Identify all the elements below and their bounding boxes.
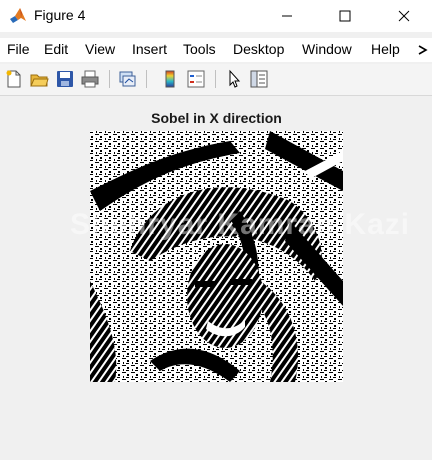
close-icon — [398, 10, 410, 22]
insert-colorbar-icon[interactable] — [160, 69, 180, 89]
maximize-icon — [339, 10, 351, 22]
minimize-icon — [282, 15, 292, 17]
menu-file[interactable]: File — [7, 41, 30, 57]
open-property-inspector-icon[interactable] — [249, 69, 269, 89]
maximize-button[interactable] — [322, 0, 368, 32]
toolbar-separator — [109, 70, 110, 88]
menu-view[interactable]: View — [85, 41, 115, 57]
window-title: Figure 4 — [34, 7, 86, 23]
link-plot-icon[interactable] — [117, 69, 137, 89]
window-titlebar: Figure 4 — [0, 0, 432, 32]
minimize-button[interactable] — [264, 0, 310, 32]
menu-bar: File Edit View Insert Tools Desktop Wind… — [0, 38, 432, 62]
new-figure-icon[interactable] — [4, 69, 24, 89]
menu-window[interactable]: Window — [302, 41, 352, 57]
watermark-text: Shehryar Kamran Kazi — [70, 208, 411, 241]
axes-title: Sobel in X direction — [151, 110, 282, 126]
print-icon[interactable] — [80, 69, 100, 89]
sobel-edge-image[interactable] — [90, 131, 343, 382]
open-file-icon[interactable] — [29, 69, 49, 89]
menu-edit[interactable]: Edit — [44, 41, 68, 57]
insert-legend-icon[interactable] — [186, 69, 206, 89]
menu-insert[interactable]: Insert — [132, 41, 167, 57]
save-icon[interactable] — [55, 69, 75, 89]
menu-help[interactable]: Help — [371, 41, 400, 57]
toolbar-separator — [215, 70, 216, 88]
close-button[interactable] — [381, 0, 427, 32]
edit-plot-arrow-icon[interactable] — [224, 69, 244, 89]
menu-desktop[interactable]: Desktop — [233, 41, 284, 57]
figure-toolbar — [0, 64, 432, 96]
matlab-logo-icon — [10, 8, 26, 23]
menu-tools[interactable]: Tools — [183, 41, 216, 57]
toolbar-separator — [146, 70, 147, 88]
menu-overflow-chevron-icon[interactable] — [417, 44, 429, 56]
